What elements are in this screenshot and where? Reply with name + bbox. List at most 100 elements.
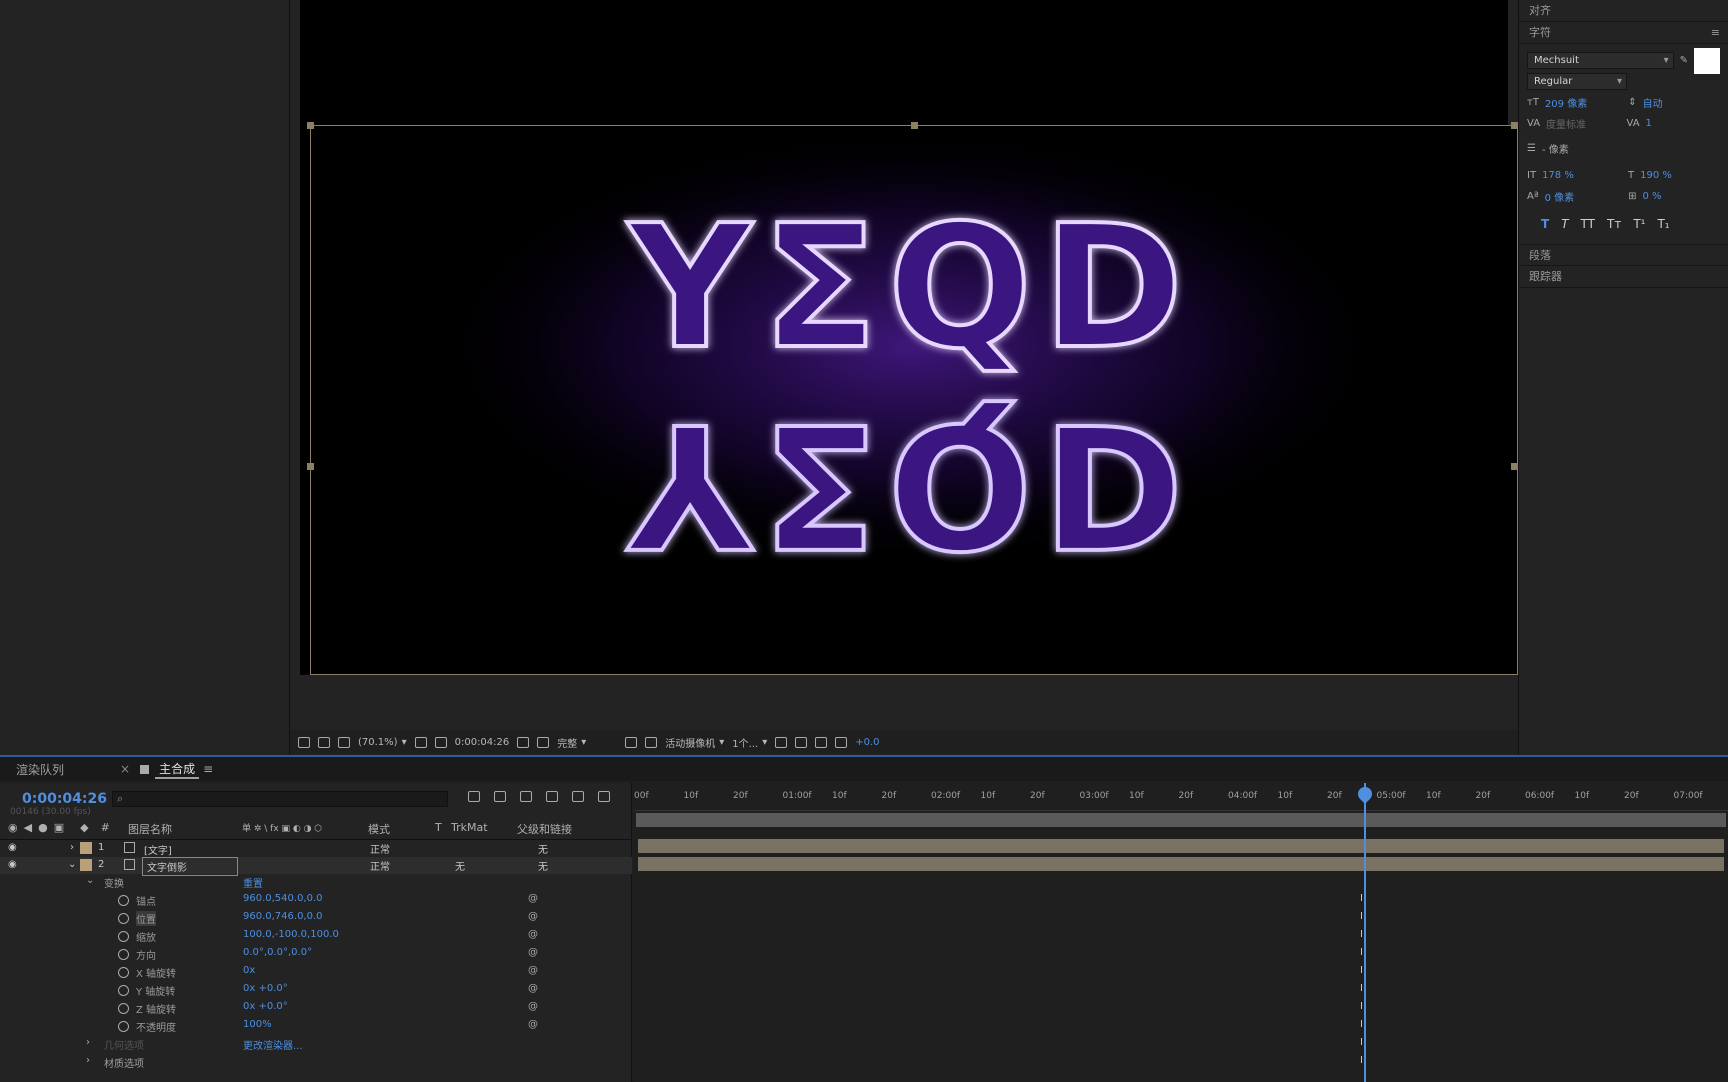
eye-icon[interactable]: ◉ [8,842,17,853]
subscript-button[interactable]: T₁ [1657,217,1669,231]
paragraph-header[interactable]: 段落 [1519,244,1728,266]
quality-dropdown[interactable]: 完整 ▾ [557,735,617,750]
property-value[interactable]: 0x +0.0° [243,983,288,994]
property-row[interactable]: 位置 960.0,746.0,0.0 @ [0,911,632,929]
grid-icon[interactable] [414,736,427,748]
col-layer-name[interactable]: 图层名称 [128,821,172,837]
col-trkmat[interactable]: TrkMat [451,821,488,837]
stopwatch-icon[interactable] [118,931,129,942]
flowchart-icon[interactable] [815,736,828,748]
stopwatch-icon[interactable] [118,1003,129,1014]
stopwatch-icon[interactable] [118,913,129,924]
tracking-value[interactable]: 1 [1646,118,1720,129]
reset-link[interactable]: 重置 [243,875,263,890]
graph-editor-icon[interactable] [598,791,610,802]
keyframe-marker[interactable]: I [1360,983,1370,995]
layer-name[interactable]: [文字] [144,842,172,857]
exposure-value[interactable]: +0.0 [855,737,879,748]
allcaps-button[interactable]: TT [1581,217,1595,231]
property-value[interactable]: 100.0,-100.0,100.0 [243,929,339,940]
mask-icon[interactable] [338,736,350,748]
close-icon[interactable]: × [120,762,130,776]
baseline-value[interactable]: 0 像素 [1545,189,1623,204]
eyedropper-icon[interactable]: ✎ [1680,55,1688,66]
mode-dropdown[interactable]: 正常 [370,858,426,873]
property-row[interactable]: 不透明度 100% @ [0,1019,632,1037]
property-row[interactable]: 缩放 100.0,-100.0,100.0 @ [0,929,632,947]
3d-icon[interactable] [645,736,658,748]
camera-icon[interactable] [517,736,530,748]
tracker-header[interactable]: 跟踪器 [1519,266,1728,288]
change-renderer-link[interactable]: 更改渲染器... [243,1037,303,1052]
views-dropdown[interactable]: 1个... ▾ [732,735,767,750]
mode-dropdown[interactable]: 正常 [370,841,426,856]
pickwhip-icon[interactable]: @ [528,983,538,994]
expand-chevron-icon[interactable]: › [86,1037,90,1048]
camera-dropdown[interactable]: 活动摄像机 ▾ [665,735,724,750]
pickwhip-icon[interactable]: @ [528,1019,538,1030]
property-row[interactable]: Z 轴旋转 0x +0.0° @ [0,1001,632,1019]
material-options[interactable]: › 材质选项 [0,1055,632,1073]
style-dropdown[interactable]: Regular [1527,73,1627,90]
expand-chevron-icon[interactable]: ⌄ [86,875,94,886]
expand-chevron-icon[interactable]: › [86,1055,90,1066]
composition-canvas[interactable]: YΣQD YΣQD [300,0,1518,675]
shy-icon[interactable] [520,791,532,802]
font-size-value[interactable]: 209 像素 [1545,95,1622,110]
kerning-value[interactable]: 度量标准 [1546,116,1620,131]
pickwhip-icon[interactable]: @ [528,911,538,922]
parent-dropdown[interactable]: 无 [538,841,608,856]
keyframe-marker[interactable]: I [1360,911,1370,923]
pickwhip-icon[interactable]: @ [528,1001,538,1012]
fast-preview-icon[interactable] [775,736,788,748]
geometry-options[interactable]: › 几何选项 更改渲染器... [0,1037,632,1055]
work-area-bar[interactable] [636,813,1726,827]
property-value[interactable]: 100% [243,1019,272,1030]
keyframe-marker[interactable]: I [1360,1001,1370,1013]
tsume-value[interactable]: 0 % [1642,191,1720,202]
pickwhip-icon[interactable]: @ [528,893,538,904]
keyframe-marker[interactable]: I [1360,947,1370,959]
transform-group[interactable]: ⌄ 变换 重置 [0,875,632,893]
composition-viewer[interactable]: YΣQD YΣQD (70.1%) ▾ 0:00:04:26 完整 ▾ 活动摄像机 ▾… [290,0,1518,755]
superscript-button[interactable]: T¹ [1633,217,1645,231]
trkmat-dropdown[interactable]: 无 [455,858,505,873]
align-header[interactable]: 对齐 [1519,0,1728,22]
exposure-icon[interactable] [835,736,848,748]
keyframe-marker[interactable]: I [1360,1037,1370,1049]
stopwatch-icon[interactable] [118,967,129,978]
col-mode[interactable]: 模式 [368,821,390,837]
stroke-value[interactable]: - 像素 [1542,141,1720,156]
comp-frame[interactable]: YΣQD YΣQD [307,122,1518,675]
expand-chevron-icon[interactable]: ⌄ [68,859,76,870]
property-row[interactable]: 方向 0.0°,0.0°,0.0° @ [0,947,632,965]
pickwhip-icon[interactable]: @ [528,929,538,940]
keyframe-marker[interactable]: I [1360,929,1370,941]
property-row[interactable]: Y 轴旋转 0x +0.0° @ [0,983,632,1001]
channel-icon[interactable] [537,736,550,748]
property-row[interactable]: 锚点 960.0,540.0,0.0 @ [0,893,632,911]
layer-search-input[interactable]: ⌕ [112,791,448,807]
smallcaps-button[interactable]: Tт [1607,217,1621,231]
parent-dropdown[interactable]: 无 [538,858,608,873]
draft3d-icon[interactable] [494,791,506,802]
col-parent[interactable]: 父级和链接 [517,821,572,837]
tab-menu-icon[interactable]: ≡ [203,762,213,776]
leading-value[interactable]: 自动 [1643,95,1720,110]
viewer-timecode[interactable]: 0:00:04:26 [455,737,510,748]
keyframe-marker[interactable]: I [1360,1055,1370,1067]
property-row[interactable]: X 轴旋转 0x @ [0,965,632,983]
keyframe-marker[interactable]: I [1360,1019,1370,1031]
track-pane[interactable]: 00f 10f 20f 01:00f 10f 20f 02:00f 10f 20f 03:00f 1… [634,783,1728,1082]
layer-row[interactable]: ◉ › 1 [文字] 正常 无 [0,839,632,857]
panel-menu-icon[interactable]: ≡ [1711,22,1720,43]
pickwhip-icon[interactable]: @ [528,947,538,958]
layer-name-edit[interactable]: 文字倒影 [142,857,238,876]
character-header[interactable]: 字符 ≡ [1519,22,1728,44]
bold-button[interactable]: T [1541,217,1549,231]
eye-icon[interactable]: ◉ [8,859,17,870]
tab-main-comp[interactable]: 主合成 [155,760,200,779]
keyframe-marker[interactable]: I [1360,965,1370,977]
comp-flowchart-icon[interactable] [468,791,480,802]
tab-render-queue[interactable]: 渲染队列 [0,761,80,778]
